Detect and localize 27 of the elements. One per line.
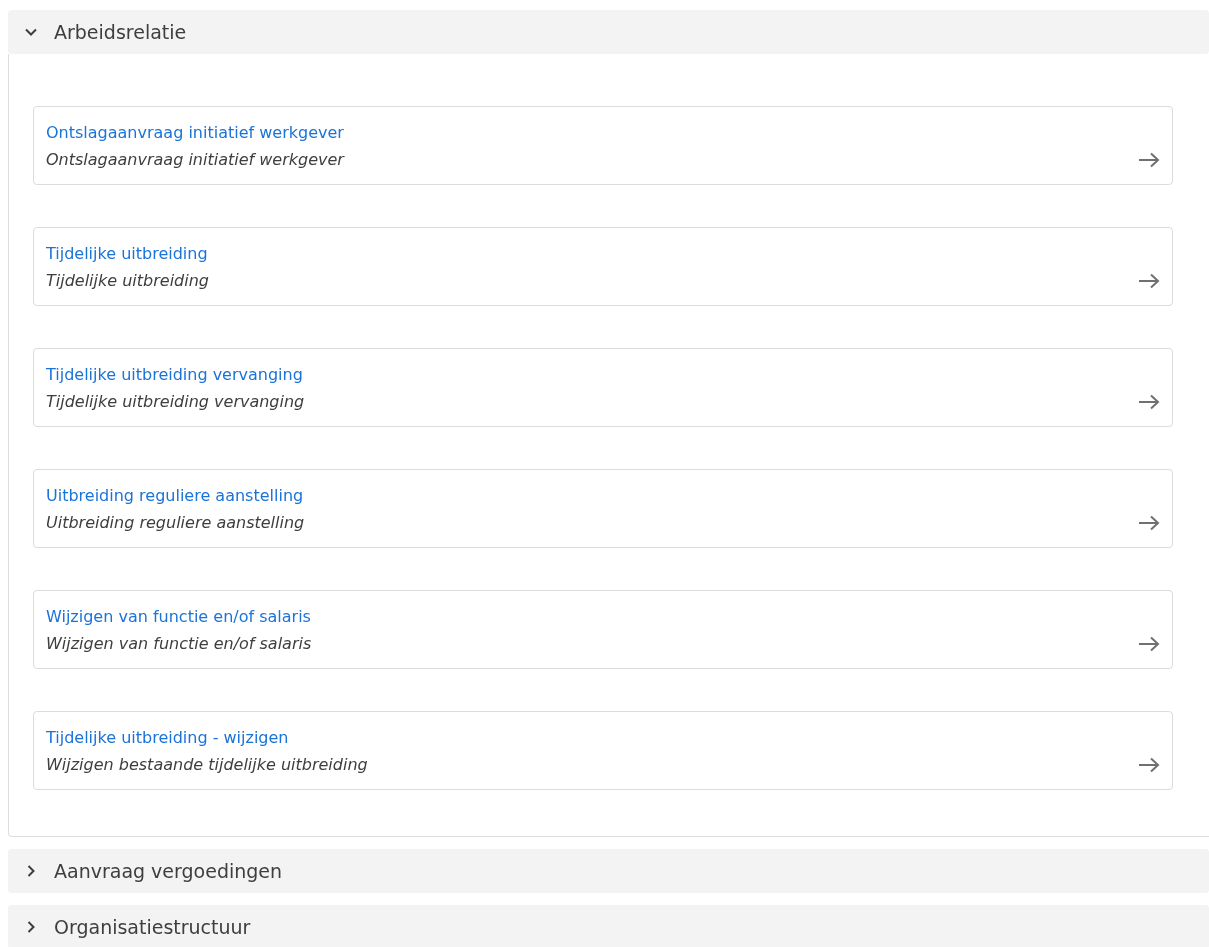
arrow-right-icon bbox=[1138, 152, 1160, 168]
arrow-right-icon bbox=[1138, 394, 1160, 410]
arrow-right-icon bbox=[1138, 515, 1160, 531]
request-card[interactable]: Tijdelijke uitbreiding Tijdelijke uitbreiding bbox=[33, 227, 1173, 306]
request-card[interactable]: Wijzigen van functie en/of salaris Wijzigen van functie en/of salaris bbox=[33, 590, 1173, 669]
request-card[interactable]: Tijdelijke uitbreiding - wijzigen Wijzigen bestaande tijdelijke uitbreiding bbox=[33, 711, 1173, 790]
request-link[interactable]: Tijdelijke uitbreiding bbox=[46, 243, 208, 264]
request-card[interactable]: Tijdelijke uitbreiding vervanging Tijdelijke uitbreiding vervanging bbox=[33, 348, 1173, 427]
request-link[interactable]: Tijdelijke uitbreiding - wijzigen bbox=[46, 727, 289, 748]
section-header[interactable]: Organisatiestructuur bbox=[8, 905, 1209, 947]
arrow-right-icon bbox=[1138, 273, 1160, 289]
request-link[interactable]: Uitbreiding reguliere aanstelling bbox=[46, 485, 304, 506]
request-description: Ontslagaanvraag initiatief werkgever bbox=[46, 149, 346, 170]
arrow-right-icon bbox=[1138, 636, 1160, 652]
request-description: Wijzigen van functie en/of salaris bbox=[46, 633, 313, 654]
request-description: Tijdelijke uitbreiding vervanging bbox=[46, 391, 306, 412]
request-card[interactable]: Ontslagaanvraag initiatief werkgever Ontslagaanvraag initiatief werkgever bbox=[33, 106, 1173, 185]
request-description: Wijzigen bestaande tijdelijke uitbreiding bbox=[46, 754, 369, 775]
request-description: Tijdelijke uitbreiding bbox=[46, 270, 210, 291]
arrow-right-icon bbox=[1138, 757, 1160, 773]
request-card[interactable]: Uitbreiding reguliere aanstelling Uitbreiding reguliere aanstelling bbox=[33, 469, 1173, 548]
section-header[interactable]: Aanvraag vergoedingen bbox=[8, 849, 1209, 893]
request-link[interactable]: Ontslagaanvraag initiatief werkgever bbox=[46, 122, 344, 143]
request-description: Uitbreiding reguliere aanstelling bbox=[46, 512, 306, 533]
request-link[interactable]: Wijzigen van functie en/of salaris bbox=[46, 606, 311, 627]
section-header[interactable]: Arbeidsrelatie bbox=[8, 10, 1209, 54]
request-link[interactable]: Tijdelijke uitbreiding vervanging bbox=[46, 364, 303, 385]
